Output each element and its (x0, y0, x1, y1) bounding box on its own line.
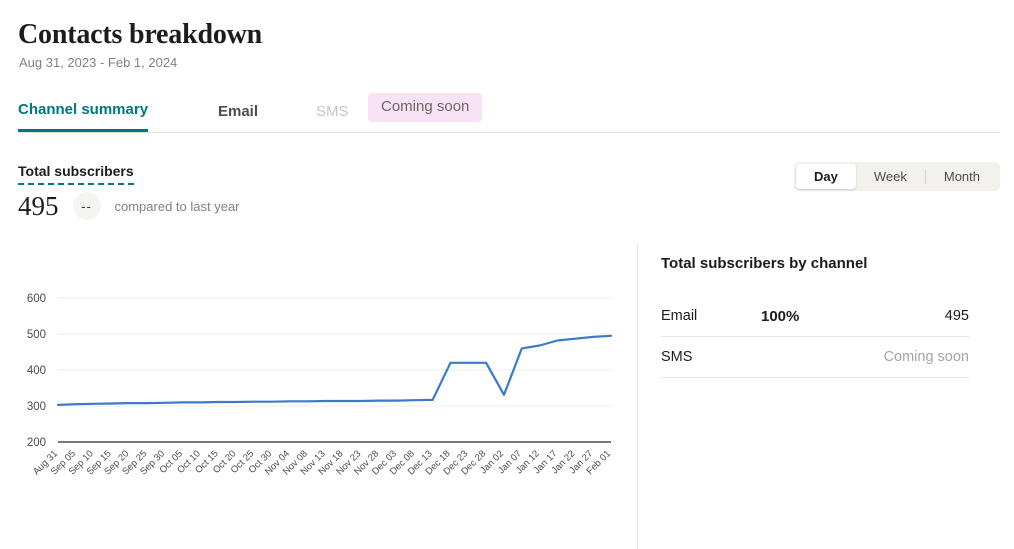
tab-email-label: Email (218, 103, 258, 120)
channel-value: Coming soon (884, 349, 969, 365)
subscribers-line-chart[interactable]: 200300400500600Aug 31Sep 05Sep 10Sep 15S… (0, 278, 637, 549)
date-range-label: Aug 31, 2023 - Feb 1, 2024 (19, 55, 177, 71)
kpi-row: 495 -- compared to last year (18, 190, 240, 222)
granularity-option-day[interactable]: Day (796, 164, 856, 189)
tab-sms: SMS (316, 90, 349, 132)
kpi-label: Total subscribers (18, 163, 134, 185)
channel-percent: 100% (761, 308, 945, 325)
channel-name: Email (661, 308, 761, 324)
channel-breakdown-panel: Total subscribers by channel Email 100% … (661, 254, 969, 378)
granularity-segmented-control[interactable]: Day Week Month (794, 162, 1000, 191)
contacts-breakdown-page: Contacts breakdown Aug 31, 2023 - Feb 1,… (0, 0, 1014, 549)
kpi-compare-label: compared to last year (115, 199, 240, 214)
table-row[interactable]: Email 100% 495 (661, 296, 969, 337)
tab-channel-summary[interactable]: Channel summary (18, 90, 148, 132)
tab-sms-label: SMS (316, 103, 349, 120)
granularity-option-month[interactable]: Month (926, 164, 998, 189)
svg-text:600: 600 (27, 293, 46, 305)
svg-text:300: 300 (27, 401, 46, 413)
svg-text:400: 400 (27, 365, 46, 377)
page-title: Contacts breakdown (18, 18, 262, 52)
coming-soon-badge: Coming soon (368, 93, 482, 122)
panel-divider (637, 244, 638, 549)
channel-table: Email 100% 495 SMS Coming soon (661, 296, 969, 378)
kpi-delta-badge: -- (73, 192, 101, 220)
channel-value: 495 (945, 308, 969, 324)
granularity-option-week[interactable]: Week (856, 164, 925, 189)
tab-email[interactable]: Email (218, 90, 258, 132)
panel-title: Total subscribers by channel (661, 254, 969, 274)
tab-bar: Channel summary Email SMS (18, 90, 1000, 133)
svg-text:200: 200 (27, 437, 46, 449)
table-row[interactable]: SMS Coming soon (661, 337, 969, 378)
kpi-value: 495 (18, 190, 59, 222)
chart-canvas: 200300400500600Aug 31Sep 05Sep 10Sep 15S… (0, 278, 637, 508)
tab-channel-summary-label: Channel summary (18, 101, 148, 118)
channel-name: SMS (661, 349, 761, 365)
svg-text:500: 500 (27, 329, 46, 341)
